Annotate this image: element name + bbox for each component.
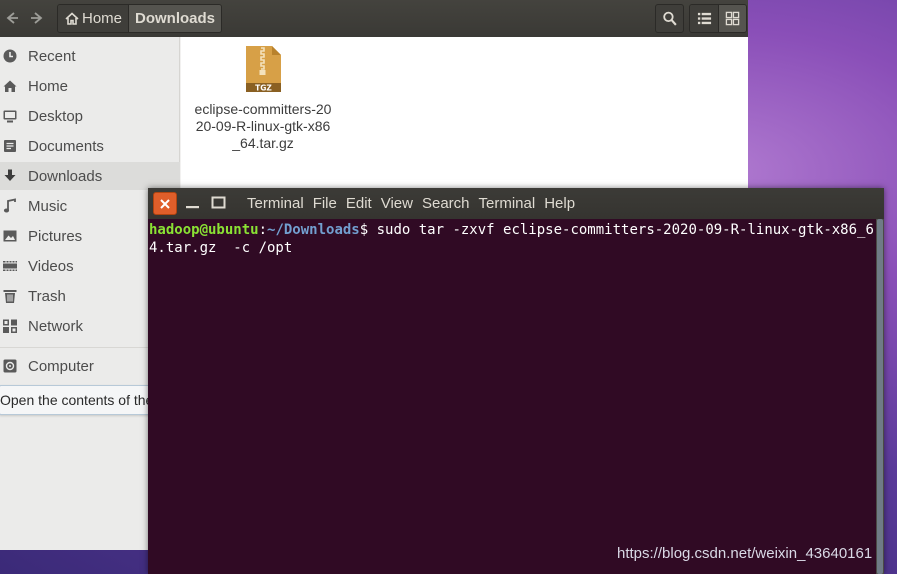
menu-terminal[interactable]: Terminal bbox=[479, 195, 536, 212]
prompt-path: ~/Downloads bbox=[267, 222, 360, 238]
sidebar-item-recent[interactable]: Recent bbox=[0, 42, 180, 70]
sidebar-item-label: Home bbox=[28, 77, 69, 95]
download-icon bbox=[2, 168, 18, 184]
breadcrumb-home[interactable]: Home bbox=[58, 5, 129, 32]
sidebar-item-label: Pictures bbox=[28, 227, 83, 245]
prompt-separator: : bbox=[258, 222, 268, 238]
sidebar-item-label: Music bbox=[28, 197, 68, 215]
file-type-label: TGZ bbox=[255, 84, 272, 93]
minimize-button[interactable] bbox=[184, 194, 202, 212]
video-icon bbox=[2, 258, 18, 274]
sidebar-item-label: Computer bbox=[28, 357, 94, 375]
file-manager-header: Home Downloads bbox=[0, 0, 748, 37]
music-icon bbox=[2, 198, 18, 214]
search-button[interactable] bbox=[655, 4, 684, 33]
sidebar-item-label: Recent bbox=[28, 47, 76, 65]
terminal-window: Terminal File Edit View Search Terminal … bbox=[148, 188, 884, 574]
prompt-symbol: $ bbox=[359, 222, 377, 238]
sidebar-item-label: Videos bbox=[28, 257, 74, 275]
menu-edit[interactable]: Edit bbox=[346, 195, 372, 212]
sidebar-item-label: Downloads bbox=[28, 167, 103, 185]
sidebar-item-documents[interactable]: Documents bbox=[0, 132, 180, 160]
menu-view[interactable]: View bbox=[381, 195, 413, 212]
sidebar-item-label: Trash bbox=[28, 287, 66, 305]
sidebar-item-label: Desktop bbox=[28, 107, 84, 125]
menu-file[interactable]: File bbox=[313, 195, 337, 212]
breadcrumb-downloads-label: Downloads bbox=[135, 10, 216, 27]
file-name: eclipse-committers-2020-09-R-linux-gtk-x… bbox=[194, 101, 332, 151]
prompt-user: hadoop@ubuntu bbox=[149, 222, 259, 238]
breadcrumb-home-label: Home bbox=[82, 10, 123, 27]
menu-search[interactable]: Search bbox=[422, 195, 470, 212]
list-icon bbox=[697, 12, 711, 25]
grid-view-button[interactable] bbox=[718, 5, 746, 32]
grid-icon bbox=[725, 11, 740, 26]
terminal-scrollbar[interactable] bbox=[876, 219, 884, 574]
computer-icon bbox=[2, 358, 18, 374]
search-icon bbox=[663, 11, 677, 26]
network-icon bbox=[2, 318, 18, 334]
list-view-button[interactable] bbox=[690, 5, 718, 32]
clock-icon bbox=[2, 48, 18, 64]
archive-file-icon: TGZ bbox=[246, 46, 281, 93]
close-button[interactable] bbox=[153, 192, 177, 215]
desktop-icon bbox=[2, 108, 18, 124]
terminal-titlebar: Terminal File Edit View Search Terminal … bbox=[148, 188, 884, 219]
terminal-output[interactable]: hadoop@ubuntu:~/Downloads$ sudo tar -zxv… bbox=[148, 219, 876, 574]
maximize-button[interactable] bbox=[210, 194, 228, 212]
sidebar-item-desktop[interactable]: Desktop bbox=[0, 102, 180, 130]
trash-icon bbox=[2, 288, 18, 304]
file-item[interactable]: TGZ eclipse-committers-2020-09-R-linux-g… bbox=[193, 45, 333, 152]
document-icon bbox=[2, 138, 18, 154]
view-toggle bbox=[689, 4, 747, 33]
terminal-menubar: Terminal File Edit View Search Terminal … bbox=[247, 188, 584, 219]
sidebar-item-home[interactable]: Home bbox=[0, 72, 180, 100]
back-button[interactable] bbox=[0, 5, 24, 31]
forward-button[interactable] bbox=[25, 5, 49, 31]
menu-help[interactable]: Help bbox=[544, 195, 575, 212]
breadcrumb: Home Downloads bbox=[57, 4, 223, 33]
arrow-left-icon bbox=[6, 12, 18, 24]
scrollbar-thumb[interactable] bbox=[877, 219, 883, 574]
home-icon bbox=[2, 78, 18, 94]
watermark: https://blog.csdn.net/weixin_43640161 bbox=[617, 545, 873, 562]
home-icon bbox=[65, 11, 79, 25]
sidebar-item-label: Network bbox=[28, 317, 84, 335]
sidebar-item-label: Documents bbox=[28, 137, 104, 155]
breadcrumb-downloads[interactable]: Downloads bbox=[128, 5, 222, 32]
app-title: Terminal bbox=[247, 195, 304, 212]
close-icon bbox=[160, 198, 170, 209]
picture-icon bbox=[2, 228, 18, 244]
arrow-right-icon bbox=[31, 12, 43, 24]
sidebar-item-downloads[interactable]: Downloads bbox=[0, 162, 180, 190]
